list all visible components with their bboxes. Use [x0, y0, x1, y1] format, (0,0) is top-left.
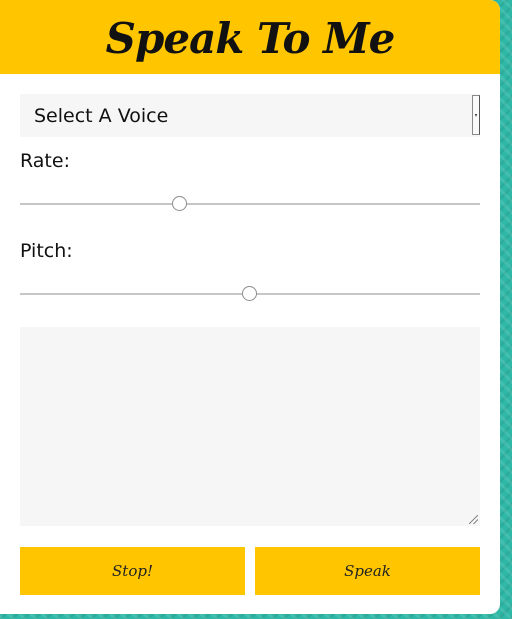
rate-slider[interactable]	[20, 194, 480, 214]
speech-card: Speak To Me Select A Voice Rate: Pitch: …	[0, 0, 500, 614]
stop-button-label: Stop!	[112, 562, 153, 580]
pitch-label: Pitch:	[20, 240, 73, 262]
voice-select-value: Select A Voice	[34, 105, 169, 127]
speak-button-label: Speak	[344, 562, 391, 580]
pitch-slider-thumb[interactable]	[242, 286, 257, 301]
dropdown-arrow-icon[interactable]	[472, 95, 480, 135]
speak-button[interactable]: Speak	[255, 547, 480, 595]
rate-label: Rate:	[20, 150, 70, 172]
rate-slider-track[interactable]	[20, 203, 480, 205]
page-title: Speak To Me	[105, 13, 396, 63]
header: Speak To Me	[0, 0, 500, 74]
pitch-slider[interactable]	[20, 284, 480, 304]
speech-text-input[interactable]	[20, 327, 480, 526]
stop-button[interactable]: Stop!	[20, 547, 245, 595]
resize-grip-icon[interactable]	[469, 515, 478, 524]
voice-select[interactable]: Select A Voice	[20, 94, 480, 137]
rate-slider-thumb[interactable]	[172, 196, 188, 211]
